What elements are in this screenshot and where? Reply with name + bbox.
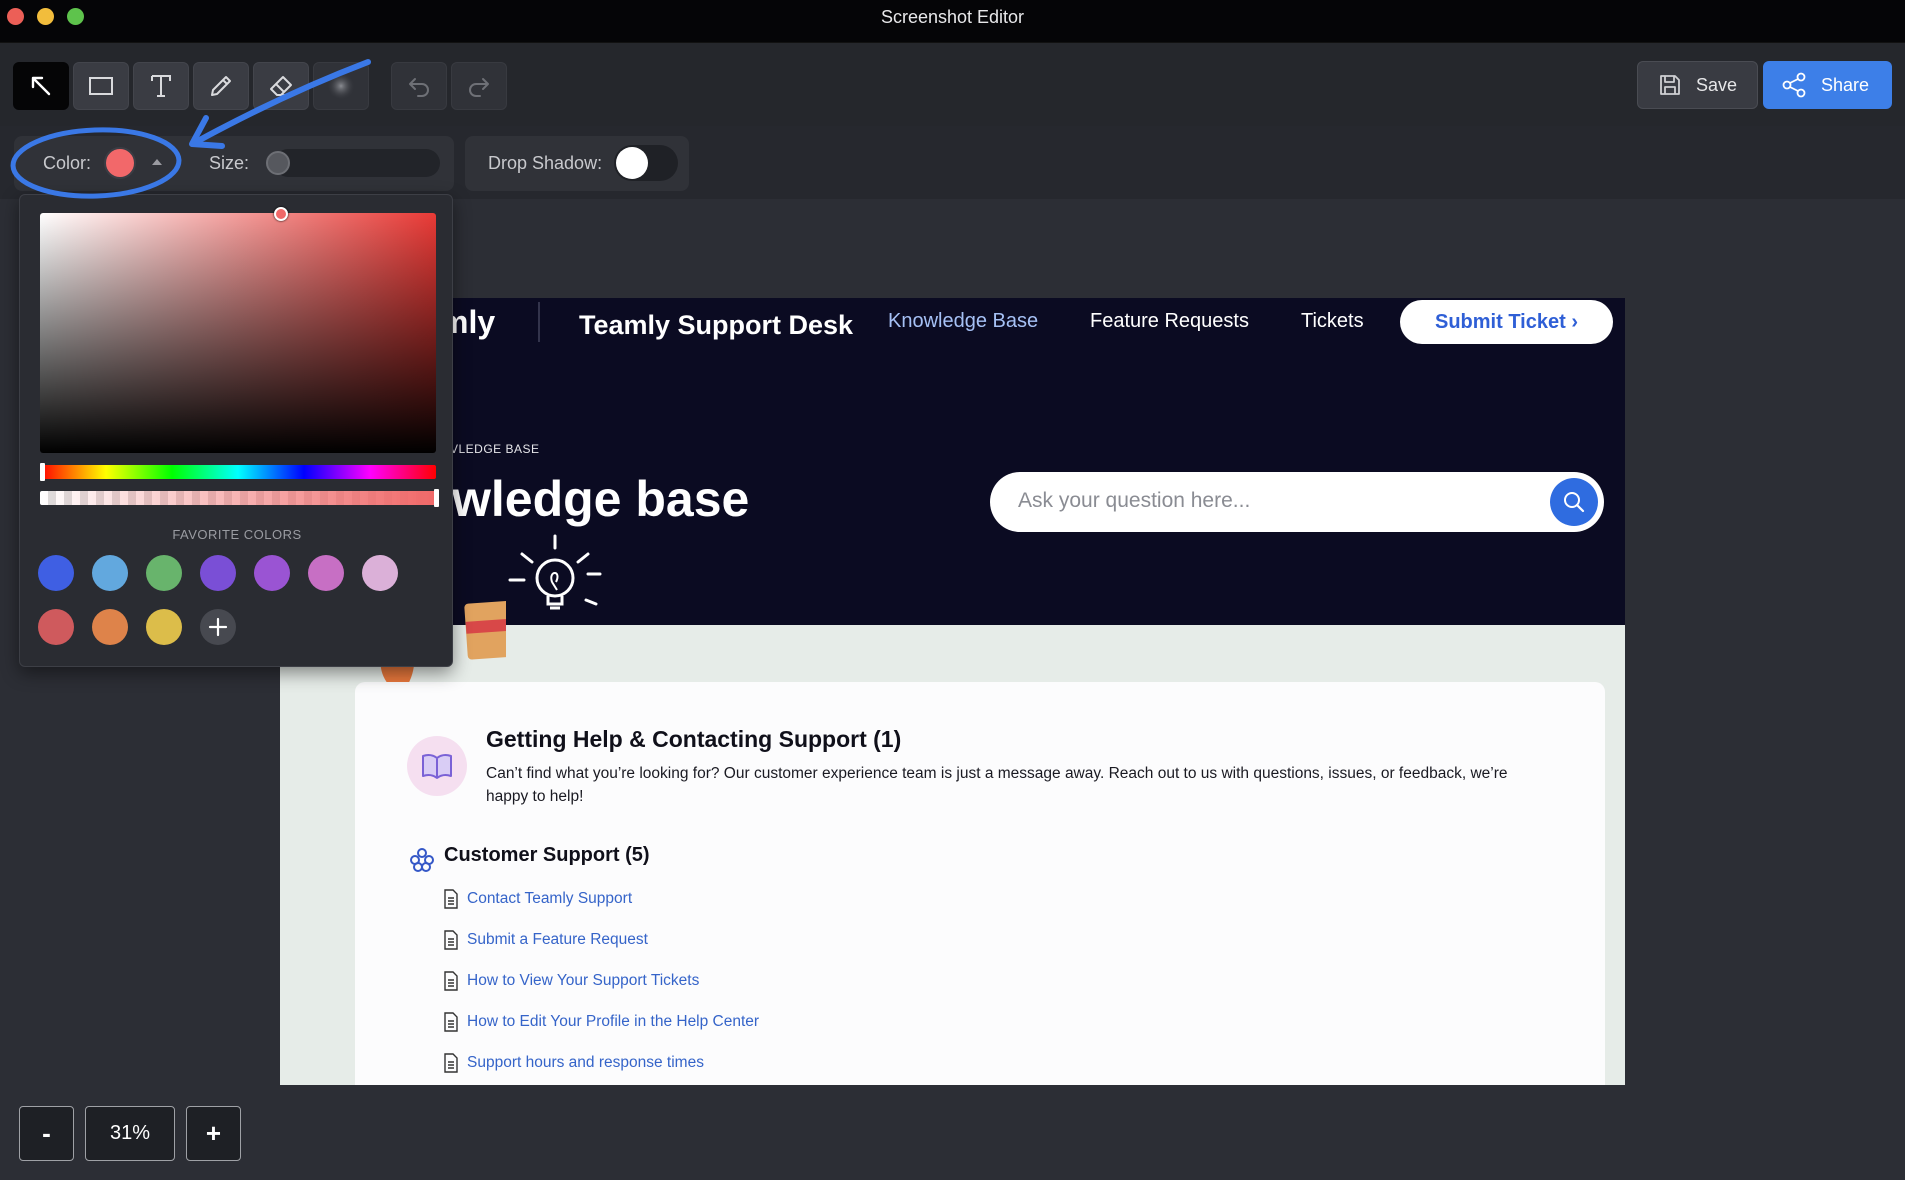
search-button[interactable] — [1550, 478, 1598, 526]
drop-shadow-toggle-knob[interactable] — [616, 147, 648, 179]
arrow-pointer-icon — [31, 76, 51, 96]
opacity-slider-handle[interactable] — [434, 489, 439, 507]
color-swatch-button[interactable] — [104, 147, 136, 179]
hue-slider-handle[interactable] — [40, 463, 45, 481]
article-title: How to View Your Support Tickets — [467, 972, 700, 989]
rectangle-icon — [89, 77, 113, 95]
blur-tool-button[interactable] — [313, 62, 369, 110]
article-title: How to Edit Your Profile in the Help Cen… — [467, 1013, 760, 1030]
book-icon-circle — [407, 736, 467, 796]
screenshot-editor-window: Screenshot Editor Save Share Color: Size… — [0, 0, 1905, 1180]
share-button-label: Share — [1821, 74, 1870, 95]
kb-search-input[interactable]: Ask your question here... — [990, 472, 1604, 532]
blur-icon — [327, 72, 355, 100]
search-icon — [1564, 492, 1585, 513]
save-button[interactable]: Save — [1637, 61, 1758, 109]
category-flower-icon — [410, 848, 434, 872]
document-icon — [444, 1053, 458, 1073]
document-icon — [444, 889, 458, 909]
site-title: Teamly Support Desk — [579, 310, 854, 340]
document-icon — [444, 971, 458, 991]
search-placeholder: Ask your question here... — [1018, 489, 1251, 512]
text-tool-button[interactable] — [133, 62, 189, 110]
article-link[interactable]: Support hours and response times — [443, 1050, 704, 1076]
favorite-color-swatch[interactable] — [146, 609, 182, 645]
undo-icon — [409, 78, 429, 97]
kb-section-card: Getting Help & Contacting Support (1) Ca… — [355, 682, 1605, 1085]
eraser-tool-button[interactable] — [253, 62, 309, 110]
window-title: Screenshot Editor — [880, 7, 1025, 27]
color-label: Color: — [43, 153, 92, 173]
drop-shadow-label: Drop Shadow: — [488, 153, 603, 173]
rectangle-tool-button[interactable] — [73, 62, 129, 110]
article-title: Submit a Feature Request — [467, 931, 648, 948]
add-favorite-color-button[interactable] — [200, 609, 236, 645]
size-slider-track[interactable] — [274, 149, 440, 177]
favorite-colors-label: FAVORITE COLORS — [172, 527, 302, 542]
zoom-out-button[interactable]: - — [19, 1106, 74, 1161]
color-picker-popover: FAVORITE COLORS — [19, 194, 453, 667]
eraser-icon — [270, 76, 292, 96]
favorite-color-swatch[interactable] — [38, 555, 74, 591]
share-button[interactable]: Share — [1763, 61, 1892, 109]
open-book-icon — [422, 753, 452, 779]
screenshot-canvas[interactable]: mly Teamly Support Desk Knowledge Base F… — [280, 298, 1625, 1085]
article-link[interactable]: Contact Teamly Support — [443, 886, 632, 912]
favorite-color-swatch[interactable] — [254, 555, 290, 591]
category-title: Customer Support (5) — [444, 844, 650, 866]
text-icon — [151, 75, 171, 97]
saturation-value-area[interactable] — [40, 213, 436, 453]
hero-title: wledge base — [452, 471, 750, 527]
favorite-color-swatch[interactable] — [308, 555, 344, 591]
save-button-label: Save — [1696, 74, 1738, 95]
article-title: Contact Teamly Support — [467, 890, 633, 907]
section-description: Can’t find what you’re looking for? Our … — [486, 765, 1508, 805]
redo-icon — [469, 78, 489, 97]
favorite-color-swatch[interactable] — [200, 555, 236, 591]
document-icon — [444, 930, 458, 950]
opacity-slider[interactable] — [40, 491, 436, 505]
zoom-level: 31% — [85, 1106, 175, 1161]
size-label: Size: — [209, 153, 250, 173]
pencil-icon — [211, 76, 231, 96]
redo-button[interactable] — [451, 62, 507, 110]
site-header: mly Teamly Support Desk Knowledge Base F… — [280, 298, 1625, 625]
share-icon — [1782, 72, 1806, 98]
undo-button[interactable] — [391, 62, 447, 110]
document-icon — [444, 1012, 458, 1032]
favorite-color-swatch[interactable] — [362, 555, 398, 591]
title-bar: Screenshot Editor — [0, 0, 1905, 43]
favorite-color-swatch[interactable] — [92, 555, 128, 591]
size-slider-handle[interactable] — [266, 151, 290, 175]
nav-knowledge-base[interactable]: Knowledge Base — [888, 310, 1038, 333]
toolbar: Save Share — [0, 43, 1905, 126]
article-link[interactable]: How to View Your Support Tickets — [443, 968, 699, 994]
plus-icon — [208, 617, 228, 637]
section-title: Getting Help & Contacting Support (1) — [486, 726, 902, 752]
article-link[interactable]: How to Edit Your Profile in the Help Cen… — [443, 1009, 759, 1035]
favorite-color-swatch[interactable] — [146, 555, 182, 591]
lightbulb-illustration — [508, 534, 602, 610]
favorite-color-swatch[interactable] — [92, 609, 128, 645]
nav-feature-requests[interactable]: Feature Requests — [1090, 310, 1249, 333]
caret-up-icon[interactable] — [152, 159, 162, 165]
article-title: Support hours and response times — [467, 1054, 704, 1071]
saturation-cursor[interactable] — [274, 207, 288, 221]
select-tool-button[interactable] — [13, 62, 69, 110]
favorite-color-swatch[interactable] — [38, 609, 74, 645]
hue-slider[interactable] — [40, 465, 436, 479]
nav-tickets[interactable]: Tickets — [1301, 310, 1364, 333]
submit-ticket-button[interactable]: Submit Ticket › — [1400, 300, 1613, 344]
hero-eyebrow: VLEDGE BASE — [450, 442, 540, 456]
zoom-in-button[interactable]: + — [186, 1106, 241, 1161]
article-link[interactable]: Submit a Feature Request — [443, 927, 648, 953]
floppy-disk-icon — [1660, 75, 1680, 95]
logo-divider — [538, 302, 540, 342]
pen-tool-button[interactable] — [193, 62, 249, 110]
